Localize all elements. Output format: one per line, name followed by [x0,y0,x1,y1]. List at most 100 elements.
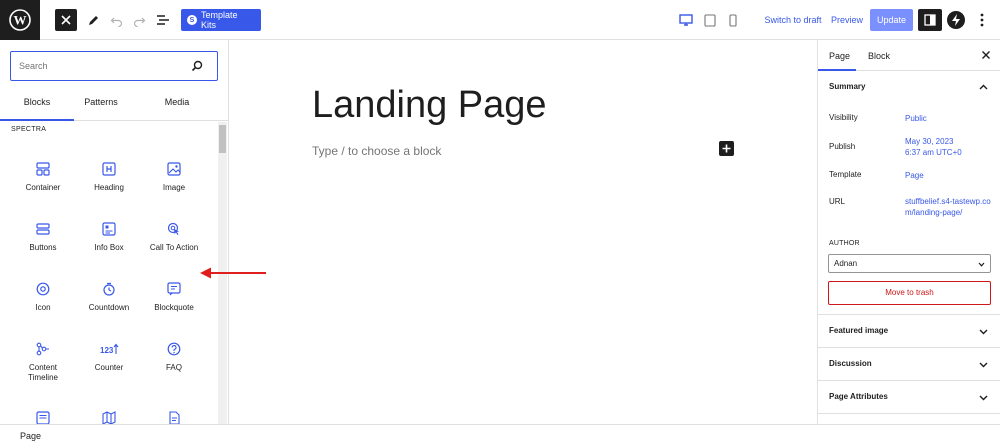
search-field[interactable] [10,51,218,81]
breadcrumb[interactable]: Page [20,431,41,441]
block-label: Countdown [88,303,130,312]
block-item-blockquote[interactable]: Blockquote [144,282,204,332]
svg-text:123: 123 [100,346,114,355]
editor-canvas[interactable]: Landing Page Type / to choose a block [230,40,817,424]
inserter-tabs: Blocks Patterns Media [0,88,228,121]
tab-block[interactable]: Block [868,40,898,71]
scrollbar-thumb[interactable] [219,125,226,153]
block-label: FAQ [165,363,182,372]
preview-button[interactable]: Preview [830,8,864,32]
block-item-faq[interactable]: FAQ [144,342,204,392]
summary-title: Summary [829,82,866,91]
chevron-down-icon [979,362,988,368]
desktop-preview-icon[interactable] [677,8,695,32]
switch-to-draft-button[interactable]: Switch to draft [762,8,824,32]
block-item-partial[interactable] [79,411,139,424]
document-icon [169,411,180,424]
page-attributes-panel-header[interactable]: Page Attributes [818,381,1000,414]
template-kits-button[interactable]: S Template Kits [181,9,261,31]
blockquote-icon [167,282,181,296]
visibility-value[interactable]: Public [905,113,993,124]
tablet-preview-icon[interactable] [701,8,719,32]
block-item-call-to-action[interactable]: Call To Action [144,222,204,272]
block-item-info-box[interactable]: Info Box [79,222,139,272]
block-item-countdown[interactable]: Countdown [79,282,139,332]
block-placeholder[interactable]: Type / to choose a block [312,144,441,158]
block-label: Icon [35,303,51,312]
more-options-icon[interactable] [974,8,990,32]
settings-toggle-button[interactable] [918,9,942,31]
block-category-title: SPECTRA [11,126,47,133]
add-block-button[interactable] [719,141,734,156]
block-item-container[interactable]: Container [13,162,73,212]
document-overview-icon[interactable] [154,8,172,32]
map-icon [102,411,116,424]
template-label: Template [829,170,862,179]
call-to-action-icon [167,222,179,235]
countdown-icon [103,282,115,296]
url-label: URL [829,197,846,206]
settings-sidebar: Page Block Summary Visibility Public Pub… [817,40,1000,424]
author-select[interactable]: Adnan [828,254,991,273]
block-item-icon[interactable]: Icon [13,282,73,332]
featured-image-title: Featured image [829,326,889,335]
sidebar-tabs: Page Block [818,40,1000,71]
mobile-preview-icon[interactable] [725,8,741,32]
block-label: Heading [94,183,124,192]
close-inserter-button[interactable] [55,9,77,31]
edit-tool-icon[interactable] [85,8,101,32]
container-icon [36,162,50,176]
tab-patterns[interactable]: Patterns [74,88,128,121]
block-label: Buttons [29,243,57,252]
block-item-partial[interactable] [13,411,73,424]
svg-text:W: W [14,13,27,28]
icon-block-icon [36,282,50,296]
tab-page[interactable]: Page [818,40,856,71]
discussion-panel-header[interactable]: Discussion [818,348,1000,381]
wordpress-logo-icon[interactable]: W [0,0,40,40]
block-label: Blockquote [154,303,194,312]
close-icon[interactable] [981,50,991,60]
move-to-trash-button[interactable]: Move to trash [828,281,991,305]
block-item-buttons[interactable]: Buttons [13,222,73,272]
block-item-counter[interactable]: 123 Counter [79,342,139,392]
faq-icon [167,342,181,356]
url-value[interactable]: stuffbelief.s4-tastewp.com/landing-page/ [905,196,993,218]
chevron-down-icon [979,329,988,335]
chevron-down-icon [978,262,985,267]
search-icon [191,60,203,72]
spectra-button[interactable] [947,11,965,29]
block-item-partial[interactable] [144,411,204,424]
search-input[interactable] [19,59,179,73]
block-label: Call To Action [149,243,199,252]
redo-icon[interactable] [131,8,147,32]
spectra-logo-icon: S [187,15,197,25]
page-title[interactable]: Landing Page [312,84,547,127]
content-timeline-icon [36,342,49,356]
template-kits-label: Template Kits [201,10,238,30]
publish-date-value[interactable]: May 30, 2023 6:37 am UTC+0 [905,136,993,158]
list-block-icon [36,411,50,424]
summary-panel-header[interactable]: Summary [818,71,1000,104]
settings-panel-icon [924,14,936,26]
featured-image-panel-header[interactable]: Featured image [818,315,1000,348]
lightning-icon [952,14,960,26]
block-label: Content Timeline [28,363,58,382]
counter-icon: 123 [100,343,119,355]
publish-label: Publish [829,142,856,151]
block-item-image[interactable]: Image [144,162,204,212]
block-label: Container [25,183,61,192]
info-box-icon [102,222,116,236]
author-value: Adnan [834,259,858,268]
undo-icon[interactable] [108,8,124,32]
image-icon [167,162,181,176]
discussion-title: Discussion [829,359,872,368]
block-item-heading[interactable]: Heading [79,162,139,212]
template-value[interactable]: Page [905,170,993,181]
tab-media[interactable]: Media [148,88,206,121]
chevron-up-icon [979,84,988,90]
annotation-arrow-icon [200,267,266,279]
tab-blocks[interactable]: Blocks [0,88,74,121]
block-item-content-timeline[interactable]: Content Timeline [13,342,73,392]
update-button[interactable]: Update [870,9,913,31]
